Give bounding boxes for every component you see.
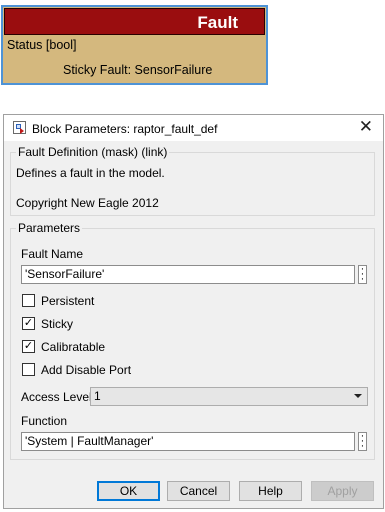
access-level-select[interactable]: 1 [90,387,368,406]
fault-definition-legend[interactable]: Fault Definition (mask) (link) [16,145,170,159]
mask-copyright: Copyright New Eagle 2012 [16,196,159,210]
access-level-value: 1 [94,389,101,403]
sticky-checkbox[interactable]: ✓ [22,317,35,330]
fault-name-label: Fault Name [21,247,84,261]
fault-block[interactable]: Fault Status [bool] Sticky Fault: Sensor… [1,5,268,85]
block-parameters-dialog: Block Parameters: raptor_fault_def ✕ Fau… [3,114,384,509]
persistent-checkbox[interactable] [22,294,35,307]
chevron-down-icon [354,394,362,398]
function-label: Function [21,414,68,428]
sticky-label[interactable]: Sticky [41,317,73,331]
block-parameters-icon [13,121,26,134]
add-disable-port-label[interactable]: Add Disable Port [41,363,131,377]
ok-button[interactable]: OK [97,481,160,501]
parameters-group: Parameters Fault Name 'SensorFailure' · ·… [10,221,375,460]
cancel-button[interactable]: Cancel [167,481,230,501]
access-level-label: Access Level [21,390,92,404]
status-port-label: Status [bool] [7,38,77,52]
apply-button[interactable]: Apply [311,481,374,501]
calibratable-label[interactable]: Calibratable [41,340,105,354]
fault-definition-group: Fault Definition (mask) (link) Defines a… [10,145,375,216]
dialog-titlebar[interactable]: Block Parameters: raptor_fault_def ✕ [4,115,383,141]
parameters-legend: Parameters [16,221,83,235]
calibratable-checkbox[interactable]: ✓ [22,340,35,353]
fault-block-header: Fault [4,8,265,35]
persistent-label[interactable]: Persistent [41,294,94,308]
fault-name-field[interactable]: 'SensorFailure' [21,265,355,284]
function-field[interactable]: 'System | FaultManager' [21,432,355,451]
sticky-fault-label: Sticky Fault: SensorFailure [63,63,213,77]
help-button[interactable]: Help [239,481,302,501]
function-edit-button[interactable]: · · · [358,431,367,452]
dialog-title: Block Parameters: raptor_fault_def [32,122,218,136]
mask-description: Defines a fault in the model. [16,166,165,180]
add-disable-port-checkbox[interactable] [22,363,35,376]
fault-name-edit-button[interactable]: · · · [358,264,367,285]
fault-block-title: Fault [197,13,238,32]
close-icon[interactable]: ✕ [359,118,373,136]
